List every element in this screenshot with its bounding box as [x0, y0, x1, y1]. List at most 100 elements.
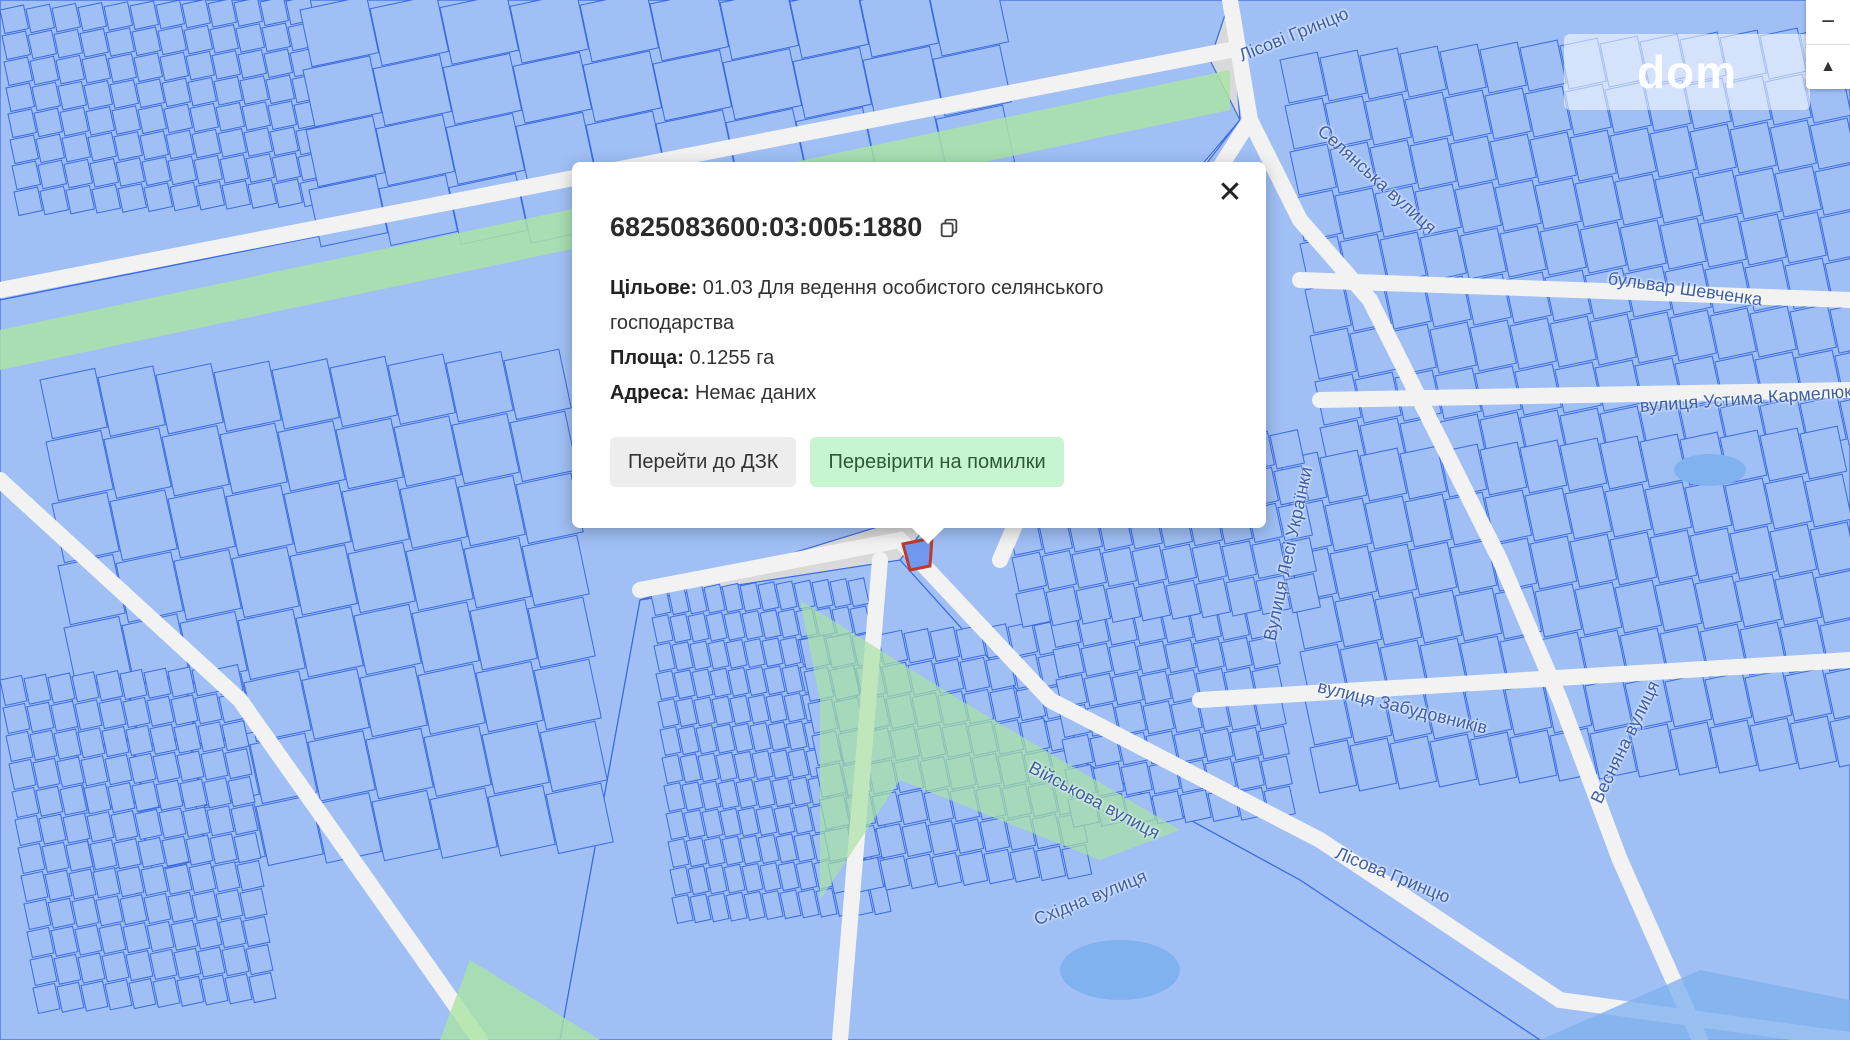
parcel-small [146, 920, 175, 953]
parcel-small [224, 748, 253, 780]
parcel-small [23, 673, 52, 705]
parcel-medium [1108, 641, 1141, 676]
parcel-small [259, 0, 290, 27]
parcel-medium [1220, 636, 1253, 671]
parcel-small [157, 25, 188, 56]
parcel-medium [213, 360, 282, 433]
parcel-small [165, 129, 196, 160]
parcel-small [218, 917, 247, 949]
parcel-small [125, 950, 154, 982]
parcel-small [0, 4, 30, 35]
parcel-medium [45, 429, 114, 502]
parcel-small [158, 807, 187, 839]
parcel-small [143, 892, 172, 925]
parcel-medium [393, 415, 462, 487]
parcel-small [245, 153, 276, 183]
parcel-medium [1111, 671, 1144, 706]
parcel-small [50, 700, 79, 732]
parcel-medium [1136, 640, 1169, 675]
close-popup-button[interactable]: ✕ [1212, 174, 1248, 210]
parcel-small [169, 181, 200, 212]
parcel-small [122, 922, 151, 954]
purpose-value: 01.03 Для ведення особистого селянського [702, 277, 1104, 299]
parcel-small [182, 806, 211, 838]
parcel-small [140, 864, 169, 897]
parcel-small [164, 863, 193, 895]
parcel-small [53, 28, 84, 59]
parcel-medium [399, 477, 468, 549]
parcel-small [20, 870, 49, 903]
parcel-medium [1142, 700, 1175, 735]
check-errors-button[interactable]: Перевірити на помилки [810, 437, 1064, 487]
purpose-label: Цільове: [610, 277, 698, 299]
parcel-small [17, 842, 46, 875]
parcel-small [239, 888, 268, 920]
parcel-medium [1164, 639, 1197, 674]
parcel-small [83, 783, 112, 815]
parcel-small [128, 978, 157, 1010]
parcel-medium [475, 660, 544, 733]
parcel-small [128, 752, 157, 785]
parcel-medium [225, 484, 294, 557]
parcel-small [167, 891, 196, 923]
parcel-small [155, 779, 184, 811]
parcel-small [62, 812, 91, 844]
parcel-medium [109, 489, 178, 561]
parcel-medium [353, 603, 422, 676]
parcel-medium [167, 486, 236, 559]
go-to-dzk-button[interactable]: Перейти до ДЗК [610, 437, 797, 487]
parcel-small [55, 54, 86, 85]
parcel-small [143, 667, 172, 699]
parcel-small [51, 2, 82, 33]
parcel-small [109, 79, 140, 109]
parcel-small [167, 155, 198, 186]
zoom-out-button[interactable]: − [1806, 0, 1850, 45]
parcel-medium [271, 358, 340, 430]
parcel-medium [335, 417, 404, 490]
parcel-small [107, 782, 136, 814]
parcel-small [155, 0, 186, 30]
parcel-medium [539, 720, 608, 793]
parcel-small [163, 103, 194, 134]
parcel-small [217, 128, 248, 158]
parcel-medium [445, 350, 514, 423]
parcel-small [125, 724, 154, 757]
parcel-small [103, 1, 134, 31]
parcel-medium [341, 479, 410, 552]
parcel-small [89, 158, 120, 188]
parcel-small [63, 158, 94, 189]
copy-icon[interactable] [938, 217, 960, 239]
parcel-medium [301, 668, 370, 740]
parcel-small [91, 184, 122, 214]
parcel-small [167, 666, 196, 698]
parcel-small [242, 916, 271, 948]
parcel-medium [307, 730, 376, 802]
parcel-small [81, 54, 112, 84]
parcel-small [137, 836, 166, 869]
parcel-small [191, 128, 222, 159]
area-value: 0.1255 га [689, 347, 775, 369]
parcel-small [239, 75, 270, 105]
parcel-small [77, 727, 106, 759]
parcel-small [80, 980, 109, 1012]
parcel-medium [103, 427, 172, 499]
parcel-small [187, 76, 218, 107]
parcel-medium [277, 420, 346, 492]
parcel-small [2, 702, 31, 735]
parcel-small [116, 866, 145, 898]
popup-actions: Перейти до ДЗК Перевірити на помилки [610, 437, 1228, 487]
reset-north-button[interactable]: ▲ [1806, 45, 1850, 89]
parcel-small [188, 862, 217, 894]
parcel-small [237, 49, 268, 79]
parcel-small [117, 183, 148, 213]
parcel-medium [1192, 638, 1225, 672]
parcel-small [35, 133, 66, 164]
parcel-small [247, 179, 278, 209]
area-label: Площа: [610, 347, 684, 369]
parcel-small [104, 979, 133, 1011]
parcel-small [207, 0, 238, 28]
parcel-small [7, 108, 38, 139]
parcel-medium [533, 658, 602, 731]
parcel-small [26, 701, 55, 733]
parcel-small [47, 897, 76, 929]
